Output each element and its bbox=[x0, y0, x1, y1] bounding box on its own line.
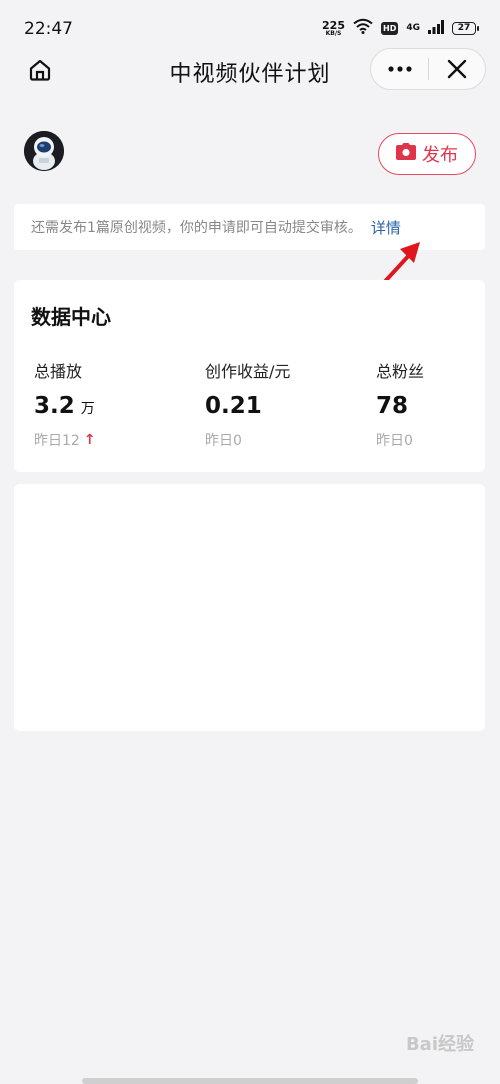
close-button[interactable] bbox=[429, 49, 485, 89]
status-time: 22:47 bbox=[24, 19, 73, 39]
publish-label: 发布 bbox=[422, 145, 458, 166]
camera-icon bbox=[396, 143, 416, 165]
gesture-bar bbox=[82, 1078, 418, 1084]
network-speed: 225 KB/S bbox=[322, 20, 345, 37]
content-card bbox=[14, 484, 485, 731]
status-icons: 225 KB/S HD 4G 27 bbox=[322, 18, 479, 38]
network-speed-value: 225 bbox=[322, 18, 345, 32]
close-icon bbox=[447, 59, 467, 79]
stat-value: 0.21 bbox=[205, 393, 290, 419]
stat-number: 3.2 bbox=[34, 393, 75, 419]
stat-yesterday-text: 昨日0 bbox=[205, 433, 242, 449]
stat-number: 0.21 bbox=[205, 393, 262, 419]
stat-unit: 万 bbox=[80, 401, 95, 417]
stat-label: 创作收益/元 bbox=[205, 362, 291, 381]
mini-program-capsule bbox=[370, 48, 486, 90]
more-icon bbox=[387, 66, 412, 72]
stat-yesterday: 昨日0 bbox=[205, 430, 290, 450]
nav-bar: 中视频伙伴计划 bbox=[0, 44, 500, 96]
stat-value: 3.2 万 bbox=[34, 393, 96, 419]
avatar[interactable] bbox=[24, 131, 64, 171]
network-type: 4G bbox=[406, 23, 420, 33]
stat-yesterday-text: 昨日12 bbox=[34, 433, 80, 449]
stat-total-fans[interactable]: 总粉丝 78 昨日0 bbox=[376, 358, 424, 450]
hd-badge: HD bbox=[381, 21, 399, 35]
trend-up-icon: ↑ bbox=[83, 432, 96, 448]
stat-earnings[interactable]: 创作收益/元 0.21 昨日0 bbox=[205, 358, 290, 450]
stat-yesterday: 昨日0 bbox=[376, 430, 424, 450]
battery-icon: 27 bbox=[452, 21, 479, 35]
watermark-logo: Bai经验 bbox=[405, 1034, 474, 1055]
data-center-card: 数据中心 总播放 3.2 万 昨日12 ↑ 创作收益/元 0.21 昨日0 总粉… bbox=[14, 280, 485, 472]
more-button[interactable] bbox=[371, 49, 428, 89]
stat-yesterday-text: 昨日0 bbox=[376, 433, 413, 449]
stat-label: 总粉丝 bbox=[376, 362, 425, 381]
stat-value: 78 bbox=[376, 393, 424, 419]
stat-number: 78 bbox=[376, 393, 409, 419]
details-link[interactable]: 详情 bbox=[371, 217, 401, 238]
wifi-icon bbox=[353, 18, 373, 38]
data-center-title: 数据中心 bbox=[31, 305, 111, 329]
publish-button[interactable]: 发布 bbox=[378, 133, 476, 175]
notice-text: 还需发布1篇原创视频，你的申请即可自动提交审核。 bbox=[31, 220, 362, 236]
stat-total-plays[interactable]: 总播放 3.2 万 昨日12 ↑ bbox=[34, 358, 96, 450]
network-speed-unit: KB/S bbox=[325, 29, 342, 37]
signal-icon bbox=[428, 19, 444, 38]
stat-yesterday: 昨日12 ↑ bbox=[34, 430, 96, 450]
stat-label: 总播放 bbox=[34, 362, 83, 381]
